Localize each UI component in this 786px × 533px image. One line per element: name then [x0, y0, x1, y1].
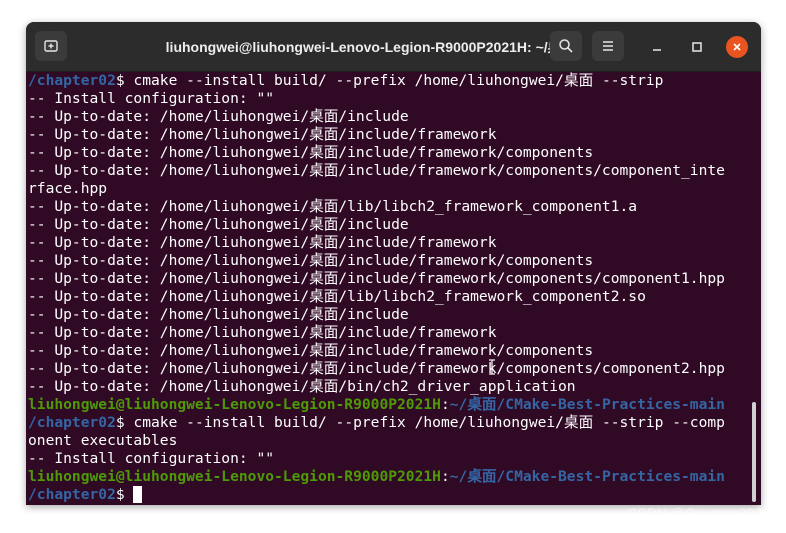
terminal-line: -- Install configuration: ""	[28, 90, 749, 108]
terminal-text: -- Up-to-date: /home/liuhongwei/桌面/inclu…	[28, 108, 409, 125]
terminal-line: -- Up-to-date: /home/liuhongwei/桌面/inclu…	[28, 324, 749, 342]
terminal-text: -- Up-to-date: /home/liuhongwei/桌面/inclu…	[28, 306, 409, 323]
terminal-text: -- Up-to-date: /home/liuhongwei/桌面/inclu…	[28, 252, 594, 269]
terminal-text: onent executables	[28, 432, 178, 449]
terminal-line: -- Up-to-date: /home/liuhongwei/桌面/inclu…	[28, 108, 749, 126]
watermark: CSDN @Courage2022	[627, 505, 770, 521]
close-icon	[733, 43, 741, 51]
maximize-button[interactable]	[686, 36, 708, 58]
terminal-text: /chapter02	[28, 414, 116, 431]
terminal-text: -- Up-to-date: /home/liuhongwei/桌面/inclu…	[28, 144, 594, 161]
terminal-line: -- Up-to-date: /home/liuhongwei/桌面/inclu…	[28, 270, 749, 288]
terminal-line: liuhongwei@liuhongwei-Lenovo-Legion-R900…	[28, 396, 749, 414]
terminal-text: -- Up-to-date: /home/liuhongwei/桌面/inclu…	[28, 216, 409, 233]
terminal-line: /chapter02$ cmake --install build/ --pre…	[28, 414, 749, 432]
terminal-text: liuhongwei@liuhongwei-Lenovo-Legion-R900…	[28, 396, 441, 413]
terminal-cursor	[133, 486, 143, 503]
terminal-text: :	[440, 396, 450, 413]
terminal-text: -- Up-to-date: /home/liuhongwei/桌面/lib/l…	[28, 288, 646, 305]
terminal-text: /chapter02	[28, 72, 116, 89]
hamburger-menu-icon	[603, 41, 613, 51]
terminal-text: -- Up-to-date: /home/liuhongwei/桌面/bin/c…	[28, 378, 576, 395]
terminal-line: /chapter02$	[28, 486, 749, 504]
terminal-window: liuhongwei@liuhongwei-Lenovo-Legion-R900…	[26, 22, 761, 505]
terminal-line: -- Up-to-date: /home/liuhongwei/桌面/inclu…	[28, 234, 749, 252]
terminal-text: -- Install configuration: ""	[28, 90, 275, 107]
new-tab-icon	[44, 40, 58, 52]
terminal-line: -- Up-to-date: /home/liuhongwei/桌面/inclu…	[28, 342, 749, 360]
terminal-line: -- Up-to-date: /home/liuhongwei/桌面/inclu…	[28, 216, 749, 234]
terminal-text: -- Up-to-date: /home/liuhongwei/桌面/inclu…	[28, 270, 725, 287]
terminal-text: -- Up-to-date: /home/liuhongwei/桌面/inclu…	[28, 234, 497, 251]
terminal-text: -- Up-to-date: /home/liuhongwei/桌面/inclu…	[28, 342, 594, 359]
terminal-text: ~/桌面/CMake-Best-Practices-main	[449, 396, 725, 413]
terminal-line: -- Up-to-date: /home/liuhongwei/桌面/inclu…	[28, 144, 749, 162]
terminal-text: $ cmake --install build/ --prefix /home/…	[115, 414, 725, 431]
search-icon	[559, 39, 573, 53]
close-button[interactable]	[726, 36, 748, 58]
terminal-text: rface.hpp	[28, 180, 108, 197]
terminal-line: -- Up-to-date: /home/liuhongwei/桌面/inclu…	[28, 126, 749, 144]
terminal-line: /chapter02$ cmake --install build/ --pre…	[28, 72, 749, 90]
title-bar[interactable]: liuhongwei@liuhongwei-Lenovo-Legion-R900…	[26, 22, 761, 72]
terminal-text: -- Up-to-date: /home/liuhongwei/桌面/lib/l…	[28, 198, 638, 215]
terminal-line: -- Up-to-date: /home/liuhongwei/桌面/lib/l…	[28, 288, 749, 306]
terminal-line: -- Up-to-date: /home/liuhongwei/桌面/inclu…	[28, 306, 749, 324]
terminal-text: -- Up-to-date: /home/liuhongwei/桌面/inclu…	[28, 162, 725, 179]
terminal-text: -- Up-to-date: /home/liuhongwei/桌面/inclu…	[28, 126, 497, 143]
terminal-text: -- Up-to-date: /home/liuhongwei/桌面/inclu…	[28, 324, 497, 341]
terminal-output[interactable]: /chapter02$ cmake --install build/ --pre…	[28, 72, 749, 505]
search-button[interactable]	[550, 31, 582, 61]
maximize-icon	[692, 42, 702, 52]
terminal-line: -- Up-to-date: /home/liuhongwei/桌面/lib/l…	[28, 198, 749, 216]
terminal-line: rface.hpp	[28, 180, 749, 198]
terminal-text: ~/桌面/CMake-Best-Practices-main	[449, 468, 725, 485]
menu-button[interactable]	[592, 31, 624, 61]
terminal-line: -- Up-to-date: /home/liuhongwei/桌面/inclu…	[28, 162, 749, 180]
terminal-line: -- Up-to-date: /home/liuhongwei/桌面/bin/c…	[28, 378, 749, 396]
terminal-line: -- Up-to-date: /home/liuhongwei/桌面/inclu…	[28, 360, 749, 378]
terminal-text: $	[115, 486, 134, 503]
terminal-text: -- Install configuration: ""	[28, 450, 275, 467]
minimize-icon	[653, 49, 661, 51]
terminal-text: $ cmake --install build/ --prefix /home/…	[115, 72, 664, 89]
text-cursor-ibeam-icon	[489, 359, 495, 375]
terminal-text: liuhongwei@liuhongwei-Lenovo-Legion-R900…	[28, 468, 441, 485]
new-tab-button[interactable]	[35, 31, 67, 61]
terminal-line: liuhongwei@liuhongwei-Lenovo-Legion-R900…	[28, 468, 749, 486]
scrollbar[interactable]	[752, 402, 756, 502]
minimize-button[interactable]	[646, 36, 668, 58]
terminal-line: -- Up-to-date: /home/liuhongwei/桌面/inclu…	[28, 252, 749, 270]
terminal-line: -- Install configuration: ""	[28, 450, 749, 468]
terminal-text: -- Up-to-date: /home/liuhongwei/桌面/inclu…	[28, 360, 725, 377]
terminal-line: onent executables	[28, 432, 749, 450]
terminal-text: /chapter02	[28, 486, 116, 503]
terminal-text: :	[440, 468, 450, 485]
